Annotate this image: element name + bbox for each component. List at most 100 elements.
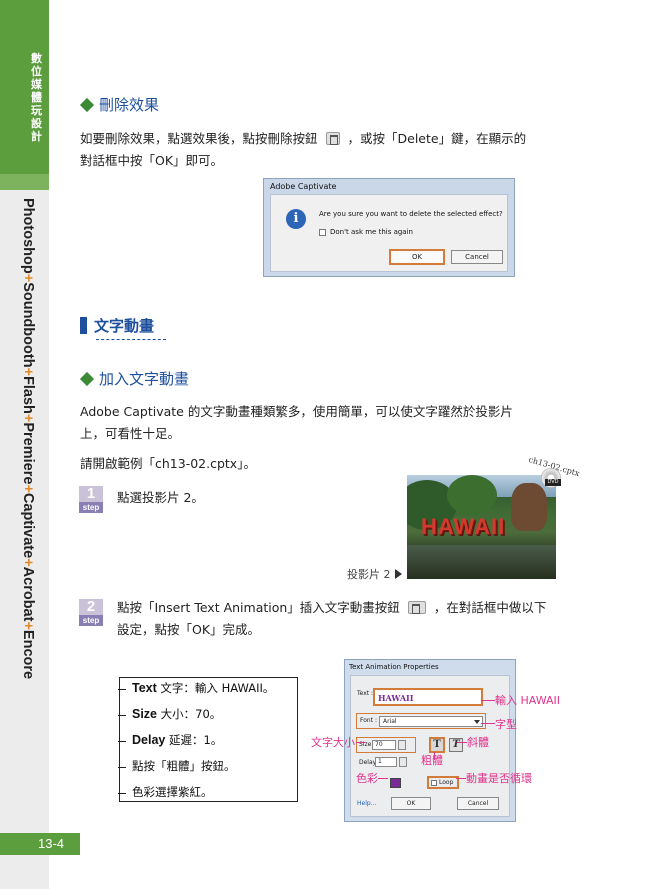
checkbox-icon[interactable] (431, 779, 437, 786)
chevron-down-icon[interactable] (474, 720, 480, 724)
instruction-size: Size 大小：70。 (132, 706, 221, 722)
step-2-badge: 2 step (79, 599, 103, 627)
step-label: step (79, 502, 103, 513)
instruction-delay: Delay 延遲：1。 (132, 732, 222, 748)
intro-line1: Adobe Captivate 的文字動畫種類繁多，使用簡單，可以使文字躍然於投… (80, 404, 513, 419)
step-2-part2: ，在對話框中做以下 (433, 600, 547, 615)
checkbox-icon[interactable] (319, 228, 326, 236)
cancel-button[interactable]: Cancel (451, 250, 503, 264)
step-label: step (79, 615, 103, 626)
callout-font: 字型 (495, 718, 517, 731)
trash-icon (325, 132, 340, 145)
instruction-tick (118, 741, 126, 742)
size-stepper[interactable] (398, 740, 406, 750)
step-2-line2: 設定，點按「OK」完成。 (117, 622, 261, 637)
sidebar-divider-band (0, 174, 49, 190)
cancel-button[interactable]: Cancel (457, 797, 499, 810)
slide-caption-text: 投影片 2 (347, 568, 391, 581)
delete-effect-paragraph: 如要刪除效果，點選效果後，點按刪除按鈕 ，或按「Delete」鍵，在顯示的 對話框… (80, 128, 590, 172)
instruction-text: Text 文字：輸入 HAWAII。 (132, 680, 274, 696)
product-name: Photoshop (20, 198, 36, 274)
callout-line (481, 723, 495, 724)
dont-ask-label: Don't ask me this again (330, 228, 413, 236)
info-icon: i (286, 209, 306, 229)
instruction-value: 延遲：1。 (165, 733, 223, 747)
dialog-title: Adobe Captivate (270, 182, 337, 191)
book-series-title: 數位媒體玩設計 (31, 52, 42, 143)
callout-line (457, 742, 467, 743)
product-name: Premiere (20, 422, 36, 485)
delete-para-part1: 如要刪除效果，點選效果後，點按刪除按鈕 (80, 131, 318, 146)
delay-stepper[interactable] (399, 757, 407, 767)
delete-para-line2: 對話框中按「OK」即可。 (80, 153, 224, 168)
instruction-tick (118, 689, 126, 690)
instruction-tick (118, 715, 126, 716)
photo-statue (511, 483, 547, 531)
instruction-bold: 點按「粗體」按鈕。 (132, 759, 236, 773)
product-list: Photoshop+Soundbooth+Flash+Premiere+Capt… (17, 198, 47, 680)
product-name: Encore (20, 629, 36, 680)
italic-button[interactable]: T (449, 738, 463, 752)
dialog-message: Are you sure you want to delete the sele… (319, 210, 503, 218)
slide-2-thumbnail: HAWAII (407, 475, 556, 579)
step-number: 2 (79, 599, 103, 615)
font-select[interactable]: Arial (379, 716, 483, 727)
dialog-body: i Are you sure you want to delete the se… (270, 194, 508, 272)
step-1-badge: 1 step (79, 486, 103, 514)
bold-button[interactable]: T (429, 737, 445, 753)
diamond-bullet-icon (79, 371, 95, 386)
plus-separator: + (20, 273, 36, 283)
dialog-title: Text Animation Properties (349, 663, 439, 671)
delete-confirm-dialog: Adobe Captivate i Are you sure you want … (263, 178, 515, 277)
intro-paragraph: Adobe Captivate 的文字動畫種類繁多，使用簡單，可以使文字躍然於投… (80, 401, 600, 445)
intro-line2: 上，可看性十足。 (80, 426, 181, 441)
loop-label: Loop (439, 779, 454, 786)
triangle-right-icon (394, 569, 402, 579)
plus-separator: + (20, 367, 36, 377)
section-title-text: 文字動畫 (94, 317, 155, 335)
delete-para-part2: ，或按「Delete」鍵，在顯示的 (347, 131, 527, 146)
callout-line (481, 700, 495, 701)
step-1-text: 點選投影片 2。 (117, 490, 204, 505)
callout-loop: 動畫是否循環 (466, 772, 532, 785)
text-animation-section-title: 文字動畫 (80, 315, 154, 336)
callout-color: 色彩 (356, 772, 378, 785)
font-label: Font : (360, 717, 377, 724)
settings-instructions-box: Text 文字：輸入 HAWAII。 Size 大小：70。 Delay 延遲：… (118, 677, 298, 802)
instruction-value: 文字：輸入 HAWAII。 (156, 681, 275, 695)
text-input[interactable]: HAWAII (373, 688, 483, 706)
add-text-animation-heading: 加入文字動畫 (79, 368, 190, 389)
slide-caption: 投影片 2 (347, 566, 402, 582)
diamond-bullet-icon (79, 97, 95, 112)
product-name: Soundbooth (20, 282, 36, 368)
callout-line (356, 742, 365, 743)
sidebar: 數位媒體玩設計 Photoshop+Soundbooth+Flash+Premi… (0, 0, 80, 889)
step-number: 1 (79, 486, 103, 502)
loop-checkbox[interactable]: Loop (427, 776, 459, 789)
section-underline (96, 339, 166, 340)
callout-line (378, 778, 388, 779)
callout-italic: 斜體 (467, 736, 489, 749)
instruction-label: Size (132, 707, 158, 721)
color-swatch[interactable] (390, 778, 401, 788)
dont-ask-checkbox[interactable]: Don't ask me this again (319, 228, 413, 236)
dvd-label: DVD (545, 479, 561, 486)
add-text-animation-heading-text: 加入文字動畫 (99, 370, 190, 388)
size-input[interactable]: 70 (372, 740, 396, 750)
help-link[interactable]: Help... (357, 800, 376, 807)
step-2-part1: 點按「Insert Text Animation」插入文字動畫按鈕 (117, 600, 400, 615)
section-bar-icon (80, 317, 87, 334)
delay-input[interactable]: 1 (375, 757, 397, 767)
plus-separator: + (20, 558, 36, 567)
photo-water (407, 545, 556, 579)
open-example-paragraph: 請開啟範例「ch13-02.cptx」。 (80, 456, 256, 471)
instruction-tick (118, 767, 126, 768)
ok-button[interactable]: OK (389, 249, 445, 265)
delete-effect-heading: 刪除效果 (79, 94, 159, 115)
photo-tree (447, 475, 497, 515)
ok-button[interactable]: OK (391, 797, 431, 810)
plus-separator: + (20, 621, 36, 630)
hawaii-sign: HAWAII (421, 514, 506, 539)
step-2-text: 點按「Insert Text Animation」插入文字動畫按鈕 ，在對話框中做… (117, 597, 597, 641)
text-label: Text : (357, 690, 374, 697)
